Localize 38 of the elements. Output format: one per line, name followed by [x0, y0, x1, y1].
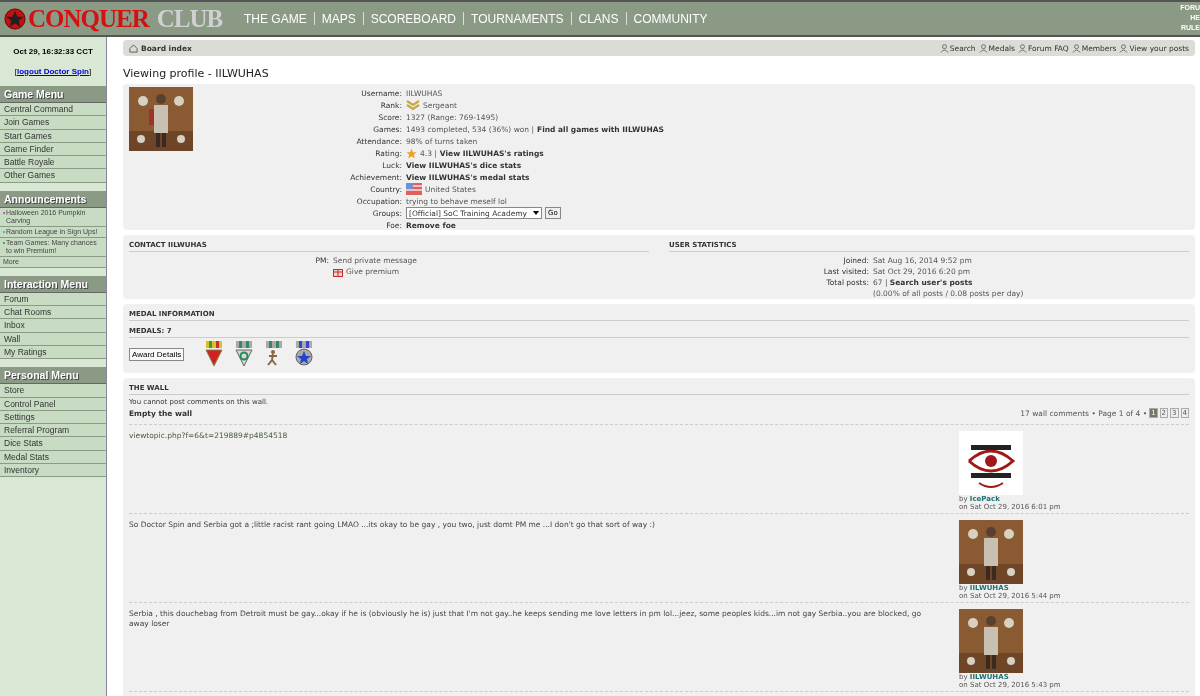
user-icon	[1119, 43, 1129, 53]
medal-icon	[234, 341, 255, 367]
chevron-rank-icon	[406, 99, 420, 111]
menu-item[interactable]: Chat Rooms	[0, 306, 106, 320]
star-logo-icon	[4, 7, 26, 30]
bracket-text: ]	[89, 67, 92, 76]
logo-text: CLUB	[156, 4, 223, 33]
menu-item[interactable]: Inventory	[0, 464, 106, 478]
user-icon	[1018, 43, 1027, 53]
menu-item[interactable]: Join Games	[0, 116, 106, 130]
menu-item[interactable]: Inbox	[0, 319, 106, 333]
user-icon	[1071, 43, 1081, 53]
user-icon	[978, 43, 988, 53]
logout-link[interactable]: logout Doctor Spin	[17, 67, 89, 76]
menu-heading: Announcements	[0, 190, 106, 208]
home-icon	[129, 43, 138, 53]
menu-item[interactable]: Referral Program	[0, 424, 106, 438]
user-icon	[939, 43, 949, 53]
menu-item[interactable]: Store	[0, 384, 106, 398]
menu-item[interactable]: Battle Royale	[0, 156, 106, 170]
bracket-text: [	[14, 67, 17, 76]
medal-icon	[294, 341, 315, 367]
logo-text: CONQUER	[28, 4, 149, 33]
page-title: Viewing profile - IILWUHAS	[123, 67, 270, 80]
menu-heading: Game Menu	[0, 86, 106, 103]
menu-item[interactable]: Dice Stats	[0, 437, 106, 451]
menu-item[interactable]: Central Command	[0, 103, 106, 117]
menu-heading: Personal Menu	[0, 367, 106, 385]
award-details-button[interactable]: Award Details	[129, 347, 185, 361]
star-icon	[406, 147, 417, 159]
gift-icon	[333, 266, 343, 277]
medal-icon	[204, 341, 225, 367]
flag-icon	[406, 183, 422, 195]
caret-icon	[533, 211, 540, 215]
menu-item[interactable]: Other Games	[0, 169, 106, 183]
medal-icon	[264, 341, 285, 367]
clock-text: Oct 29, 16:32:33 CCT	[12, 46, 94, 56]
menu-heading: Interaction Menu	[0, 275, 106, 293]
